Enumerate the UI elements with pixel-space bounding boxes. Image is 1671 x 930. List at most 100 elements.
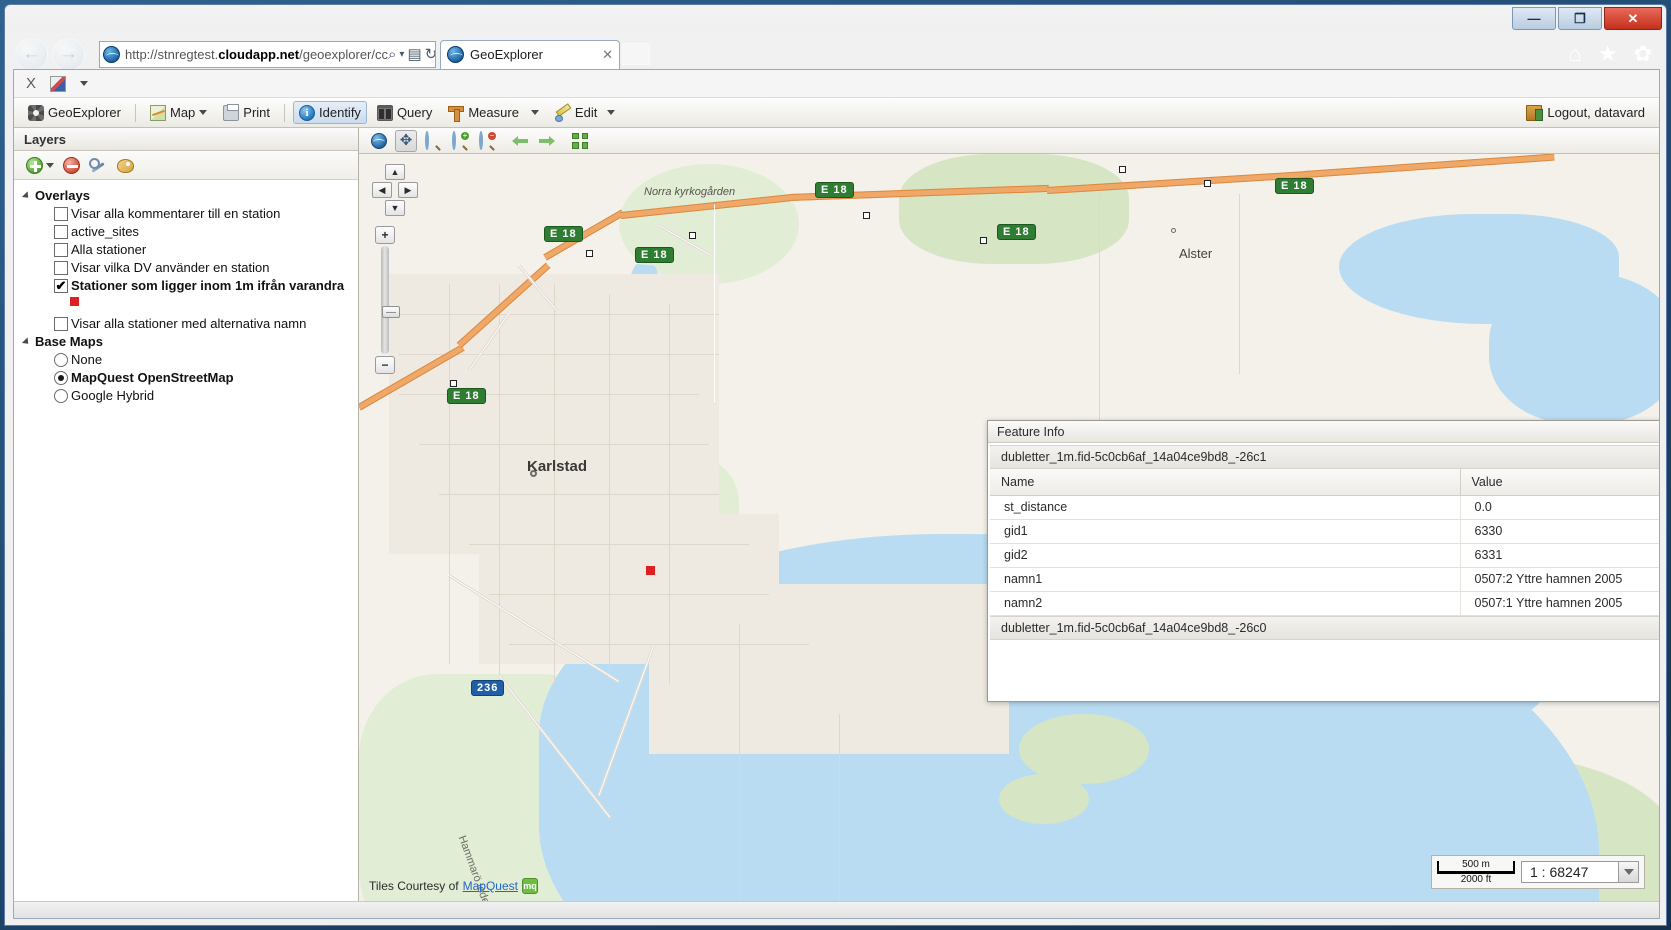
browser-command-icons: ⌂ ★ ✿ [1569,41,1666,67]
pan-down-button[interactable]: ▼ [385,200,405,216]
measure-chevron-down-icon [530,110,539,115]
table-row[interactable]: gid1 6330 [990,519,1659,544]
pan-right-button[interactable]: ▶ [398,182,418,198]
edit-button[interactable]: Edit [549,101,621,124]
map-node-marker [863,212,870,219]
map-water-bay [1489,274,1659,424]
zoom-slider-thumb[interactable] [382,306,400,318]
basemap-label: MapQuest OpenStreetMap [71,370,234,385]
pan-icon: ✥ [399,131,413,149]
globe-icon-button[interactable] [368,130,390,152]
search-icon[interactable]: ⌕ [388,46,396,63]
layer-checkbox[interactable] [54,206,68,221]
logout-label[interactable]: Logout, datavard [1547,105,1645,120]
layer-item-kommentarer[interactable]: Visar alla kommentarer till en station [54,206,358,221]
measure-label: Measure [468,105,519,120]
layer-checkbox[interactable] [54,224,68,239]
map-canvas[interactable]: Norra kyrkogården Alster Karlstad Hammar… [359,154,1659,901]
basemap-item-none[interactable]: None [54,352,358,367]
new-tab-button[interactable] [622,43,650,65]
zoom-slider-track[interactable] [381,246,400,354]
tools-gear-icon[interactable]: ✿ [1634,41,1652,67]
feature-section-header-2[interactable]: dubletter_1m.fid-5c0cb6af_14a04ce9bd8_-2… [990,615,1659,640]
column-header-value[interactable]: Value [1460,469,1659,496]
mapquest-link[interactable]: MapQuest [463,879,518,893]
zoom-in-button[interactable]: + [449,130,471,152]
scale-dropdown-button[interactable] [1618,862,1638,882]
expand-collapse-icon[interactable] [21,190,32,201]
add-layer-chevron-down-icon [46,162,54,168]
layer-checkbox-checked[interactable]: ✔ [54,278,68,293]
layer-item-alternativa-namn[interactable]: Visar alla stationer med alternativa nam… [54,316,358,331]
home-icon[interactable]: ⌂ [1569,41,1582,67]
zoom-in-button[interactable]: + [375,226,395,244]
tab-close-icon[interactable]: ✕ [602,47,613,63]
add-layer-button[interactable] [26,156,54,174]
layer-item-dubletter-1m[interactable]: ✔ Stationer som ligger inom 1m ifrån var… [54,278,358,293]
identify-button[interactable]: i Identify [293,101,367,124]
forward-button[interactable]: → [52,37,85,71]
map-road [714,204,715,404]
pan-up-button[interactable]: ▲ [385,164,405,180]
tree-group-overlays[interactable]: Overlays [21,188,358,203]
table-row[interactable]: st_distance 0.0 [990,495,1659,520]
layer-checkbox[interactable] [54,260,68,275]
zoom-box-button[interactable] [422,130,444,152]
back-button[interactable]: ← [15,37,48,71]
road-shield-e18: E 18 [815,182,854,198]
zoom-to-max-extent-button[interactable] [569,130,591,152]
feature-info-title: Feature Info ▸ [988,421,1659,443]
layer-checkbox[interactable] [54,316,68,331]
print-button[interactable]: Print [217,101,276,124]
address-bar-icons: ⌕ ▾ ▤ ↻ [388,45,435,64]
layer-item-alla-stationer[interactable]: Alla stationer [54,242,358,257]
feature-attributes-table: Name Value st_distance 0.0 gid1 6330 gid… [990,469,1659,616]
maximize-button[interactable]: ❐ [1558,7,1602,30]
addon-close-icon[interactable]: X [26,75,36,92]
layer-item-active-sites[interactable]: active_sites [54,224,358,239]
refresh-icon[interactable]: ↻ [425,45,435,63]
table-row[interactable]: namn1 0507:2 Yttre hamnen 2005 [990,567,1659,592]
basemap-radio[interactable] [54,352,68,367]
basemap-radio[interactable] [54,388,68,403]
attribution-text: Tiles Courtesy of [369,879,459,893]
layer-label: active_sites [71,224,139,239]
addon-chevron-down-icon[interactable] [80,81,89,86]
layer-checkbox[interactable] [54,242,68,257]
previous-extent-button[interactable] [509,130,531,152]
browser-tab[interactable]: GeoExplorer ✕ [440,39,620,69]
layer-item-dv-anvander[interactable]: Visar vilka DV använder en station [54,260,358,275]
basemap-item-mapquest[interactable]: MapQuest OpenStreetMap [54,370,358,385]
address-bar[interactable]: http://stnregtest. cloudapp.net /geoexpl… [99,40,436,68]
minimize-button[interactable]: — [1512,7,1556,30]
compatibility-view-icon[interactable]: ▤ [407,45,421,63]
zoom-extent-icon [572,132,588,149]
scale-select[interactable]: 1 : 68247 [1521,861,1639,883]
basemap-item-google-hybrid[interactable]: Google Hybrid [54,388,358,403]
column-header-name[interactable]: Name [990,469,1461,496]
selected-feature-marker[interactable] [646,566,655,575]
zoom-out-button[interactable]: − [476,130,498,152]
basemap-radio-selected[interactable] [54,370,68,385]
addon-icon[interactable] [50,75,67,92]
close-button[interactable]: ✕ [1604,7,1662,30]
map-menu-button[interactable]: Map [144,101,213,124]
layer-style-palette-icon[interactable] [116,157,134,173]
favorites-star-icon[interactable]: ★ [1598,41,1618,67]
tree-group-base-maps[interactable]: Base Maps [21,334,358,349]
url-suffix: /geoexplorer/cc [299,46,388,62]
table-row[interactable]: gid2 6331 [990,543,1659,568]
pan-left-button[interactable]: ◀ [372,182,392,198]
query-button[interactable]: Query [371,101,438,124]
table-row[interactable]: namn2 0507:1 Yttre hamnen 2005 [990,591,1659,616]
layer-properties-wrench-icon[interactable] [89,157,107,173]
pan-tool-button[interactable]: ✥ [395,129,417,152]
feature-section-header[interactable]: dubletter_1m.fid-5c0cb6af_14a04ce9bd8_-2… [990,445,1659,469]
chevron-down-icon[interactable]: ▾ [399,49,404,60]
brand-button[interactable]: GeoExplorer [22,101,127,124]
measure-button[interactable]: Measure [442,101,545,124]
remove-layer-button[interactable] [63,156,80,174]
next-extent-button[interactable] [536,130,558,152]
expand-collapse-icon[interactable] [21,336,32,347]
zoom-out-button[interactable]: − [375,356,395,374]
